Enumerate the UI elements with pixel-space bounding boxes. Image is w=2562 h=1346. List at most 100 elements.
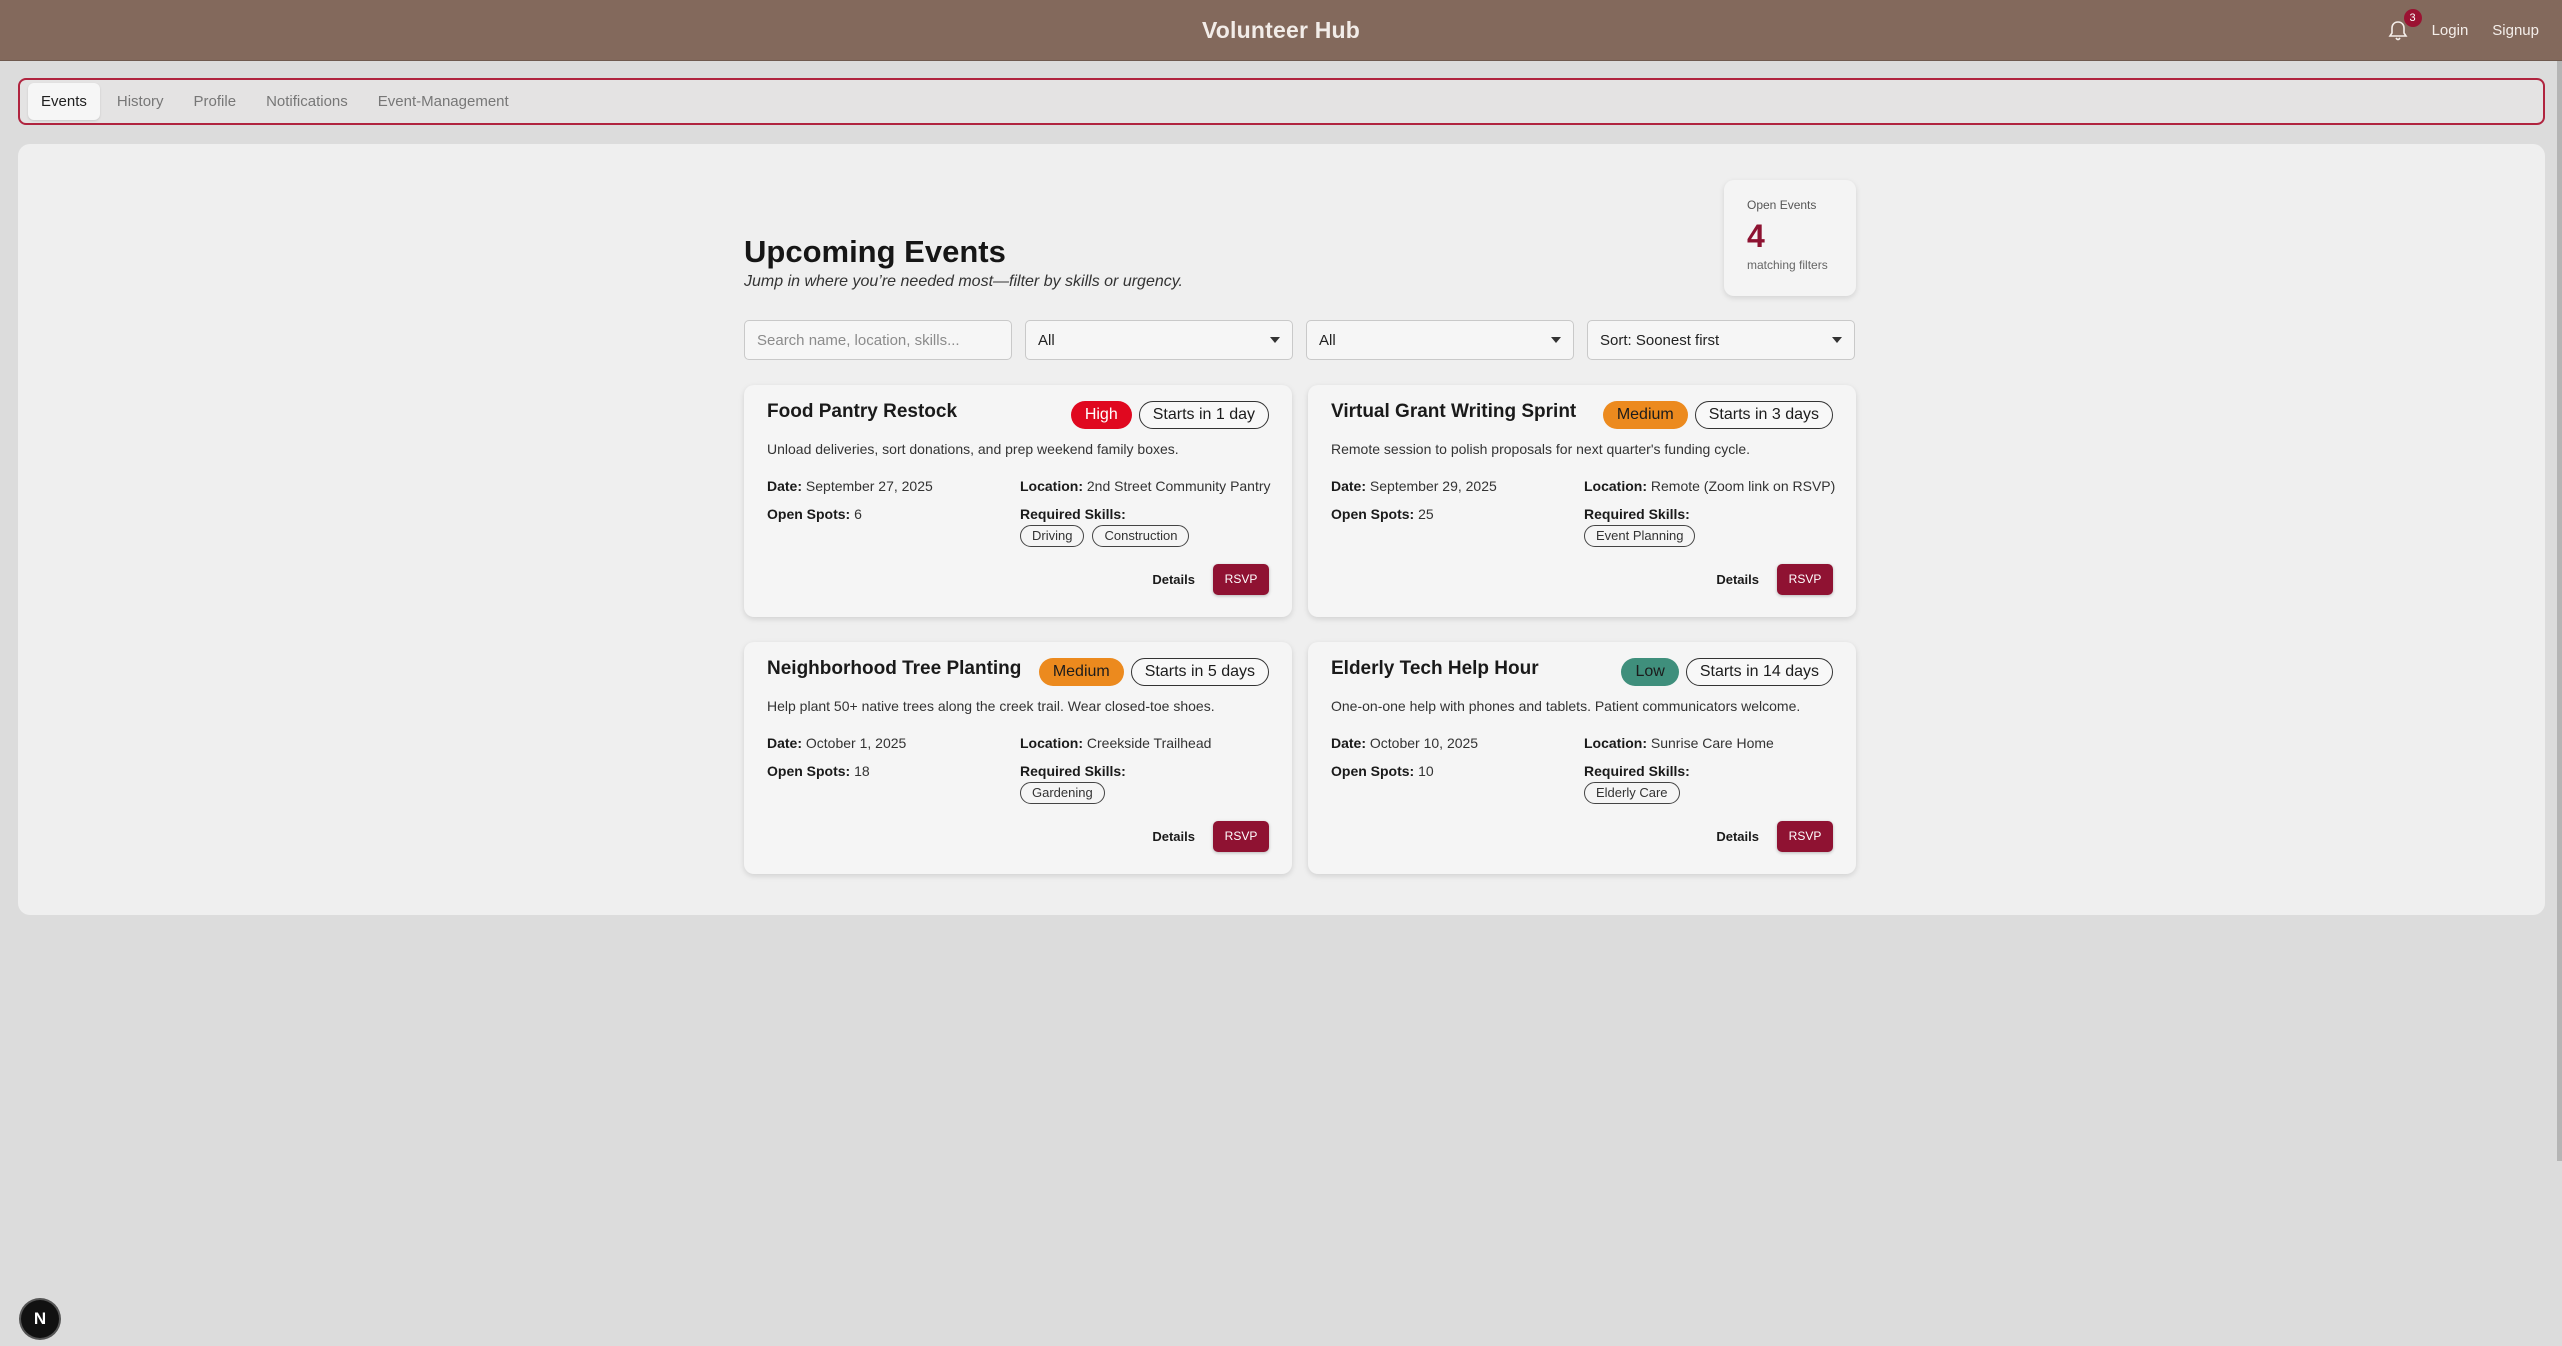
skill-filter-value: All (1038, 331, 1055, 349)
page-subtitle: Jump in where you’re needed most—filter … (744, 273, 1183, 290)
card-actions: Details RSVP (1152, 821, 1269, 852)
event-location: Location: Sunrise Care Home (1584, 735, 1774, 751)
event-badges: Medium Starts in 5 days (1038, 658, 1269, 686)
urgency-badge: High (1070, 401, 1132, 429)
open-spots-label: Open Spots: (1331, 506, 1415, 522)
date-label: Date: (767, 735, 803, 751)
urgency-badge: Medium (1602, 401, 1688, 429)
open-spots-value: 10 (1418, 763, 1434, 779)
urgency-badge: Medium (1038, 658, 1124, 686)
event-badges: Low Starts in 14 days (1621, 658, 1833, 686)
rsvp-button[interactable]: RSVP (1213, 821, 1269, 852)
details-button[interactable]: Details (1716, 572, 1759, 587)
details-button[interactable]: Details (1716, 829, 1759, 844)
urgency-filter-select[interactable]: All (1306, 320, 1574, 360)
event-description: Unload deliveries, sort donations, and p… (767, 441, 1179, 457)
date-value: September 27, 2025 (805, 478, 933, 494)
skill-tag: Construction (1092, 525, 1190, 547)
open-spots-label: Open Spots: (767, 763, 851, 779)
date-value: October 1, 2025 (805, 735, 907, 751)
event-description: Remote session to polish proposals for n… (1331, 441, 1751, 457)
location-label: Location: (1020, 735, 1083, 751)
sort-select[interactable]: Sort: Soonest first (1587, 320, 1855, 360)
event-title: Food Pantry Restock (767, 401, 958, 422)
event-title: Elderly Tech Help Hour (1331, 658, 1539, 679)
app-title: Volunteer Hub (1201, 17, 1361, 43)
event-location: Location: Remote (Zoom link on RSVP) (1584, 478, 1835, 494)
event-date: Date: October 1, 2025 (767, 735, 906, 751)
tab-event-management[interactable]: Event-Management (365, 83, 522, 120)
tab-history[interactable]: History (104, 83, 177, 120)
card-actions: Details RSVP (1716, 564, 1833, 595)
sort-value: Sort: Soonest first (1600, 331, 1720, 349)
login-link[interactable]: Login (2432, 22, 2469, 39)
starts-in-badge: Starts in 5 days (1130, 658, 1269, 686)
event-title: Neighborhood Tree Planting (767, 658, 1022, 679)
required-skills-label: Required Skills: (1584, 763, 1690, 779)
required-skills-label: Required Skills: (1020, 763, 1126, 779)
rsvp-button[interactable]: RSVP (1777, 564, 1833, 595)
page-title: Upcoming Events (744, 234, 1006, 269)
header-actions: 3 Login Signup (2388, 0, 2539, 61)
filter-bar: All All Sort: Soonest first (744, 320, 1855, 360)
tab-events[interactable]: Events (28, 83, 100, 120)
event-date: Date: September 27, 2025 (767, 478, 933, 494)
location-label: Location: (1584, 735, 1647, 751)
main-tabs: Events History Profile Notifications Eve… (18, 78, 2545, 125)
event-date: Date: October 10, 2025 (1331, 735, 1478, 751)
skill-tag: Driving (1020, 525, 1085, 547)
event-description: Help plant 50+ native trees along the cr… (767, 698, 1215, 714)
location-value: Remote (Zoom link on RSVP) (1650, 478, 1836, 494)
location-value: Creekside Trailhead (1086, 735, 1212, 751)
skills-list: Elderly Care (1584, 782, 1680, 804)
stat-label: Open Events (1747, 198, 1817, 212)
skills-list: Event Planning (1584, 525, 1696, 547)
next-dev-indicator-button[interactable]: N (21, 1300, 59, 1338)
card-actions: Details RSVP (1716, 821, 1833, 852)
event-location: Location: 2nd Street Community Pantry (1020, 478, 1271, 494)
skills-list: Driving Construction (1020, 525, 1190, 547)
date-value: October 10, 2025 (1369, 735, 1479, 751)
details-button[interactable]: Details (1152, 572, 1195, 587)
tab-notifications[interactable]: Notifications (253, 83, 361, 120)
event-card: Food Pantry Restock High Starts in 1 day… (744, 385, 1292, 617)
signup-link[interactable]: Signup (2492, 22, 2539, 39)
rsvp-button[interactable]: RSVP (1777, 821, 1833, 852)
event-open-spots: Open Spots: 18 (767, 763, 870, 779)
search-input[interactable] (744, 320, 1012, 360)
event-card: Neighborhood Tree Planting Medium Starts… (744, 642, 1292, 874)
event-badges: High Starts in 1 day (1070, 401, 1269, 429)
notifications-bell[interactable]: 3 (2388, 8, 2422, 42)
event-date: Date: September 29, 2025 (1331, 478, 1497, 494)
skill-tag: Event Planning (1584, 525, 1696, 547)
event-open-spots: Open Spots: 6 (767, 506, 862, 522)
card-actions: Details RSVP (1152, 564, 1269, 595)
starts-in-badge: Starts in 14 days (1685, 658, 1833, 686)
urgency-filter-value: All (1319, 331, 1336, 349)
chevron-down-icon (1832, 337, 1842, 343)
event-description: One-on-one help with phones and tablets.… (1331, 698, 1801, 714)
location-value: Sunrise Care Home (1650, 735, 1774, 751)
required-skills-label: Required Skills: (1020, 506, 1126, 522)
event-badges: Medium Starts in 3 days (1602, 401, 1833, 429)
date-value: September 29, 2025 (1369, 478, 1497, 494)
stat-value: 4 (1747, 218, 1765, 254)
events-panel: Upcoming Events Jump in where you’re nee… (18, 144, 2545, 915)
location-label: Location: (1020, 478, 1083, 494)
event-title: Virtual Grant Writing Sprint (1331, 401, 1577, 422)
date-label: Date: (1331, 735, 1367, 751)
rsvp-button[interactable]: RSVP (1213, 564, 1269, 595)
open-spots-label: Open Spots: (767, 506, 851, 522)
open-spots-value: 6 (854, 506, 862, 522)
skill-tag: Gardening (1020, 782, 1105, 804)
open-spots-value: 25 (1418, 506, 1434, 522)
chevron-down-icon (1551, 337, 1561, 343)
skill-filter-select[interactable]: All (1025, 320, 1293, 360)
top-navbar: Volunteer Hub 3 Login Signup (0, 0, 2562, 61)
open-events-stat-card: Open Events 4 matching filters (1724, 180, 1856, 296)
event-location: Location: Creekside Trailhead (1020, 735, 1211, 751)
tab-profile[interactable]: Profile (181, 83, 250, 120)
details-button[interactable]: Details (1152, 829, 1195, 844)
open-spots-value: 18 (854, 763, 870, 779)
page-scrollbar[interactable] (2557, 61, 2562, 1161)
